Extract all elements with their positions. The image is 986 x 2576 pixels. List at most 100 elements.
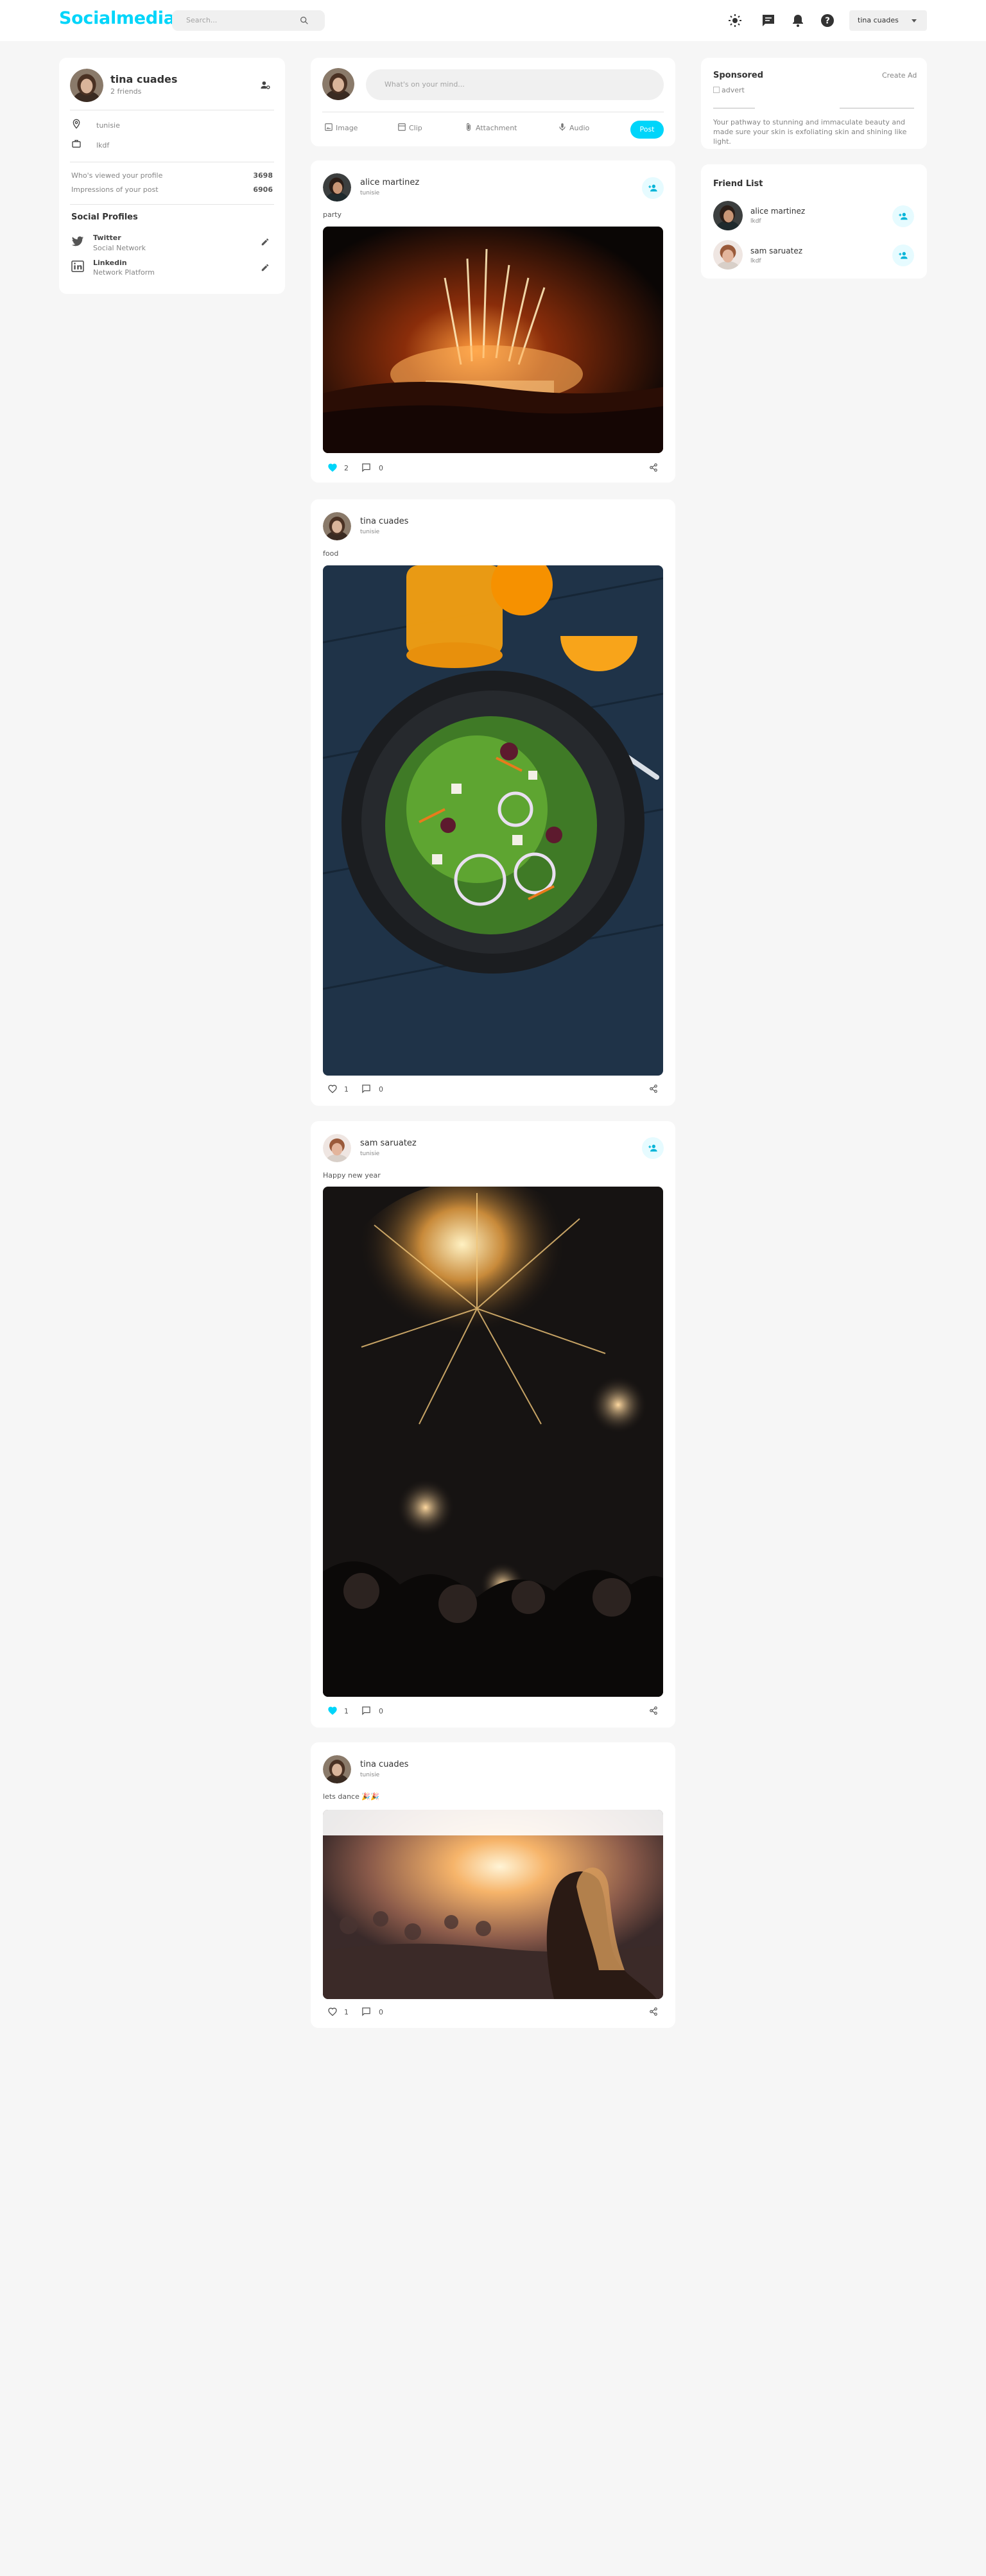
comment-icon[interactable] — [361, 463, 371, 472]
post-description: lets dance 🎉🎉 — [323, 1792, 379, 1801]
location-icon — [73, 119, 80, 129]
manage-accounts-icon[interactable] — [260, 80, 271, 90]
work-icon — [72, 140, 81, 148]
profile-friends-count: 2 friends — [110, 87, 142, 96]
social-name-linkedin[interactable]: Linkedin — [93, 259, 127, 267]
fireworks-photo — [323, 1187, 663, 1697]
like-count: 1 — [344, 2008, 349, 2016]
comment-icon[interactable] — [361, 1706, 371, 1715]
share-icon[interactable] — [649, 2007, 658, 2016]
tool-clip-label: Clip — [409, 124, 422, 132]
svg-text:?: ? — [825, 17, 830, 26]
add-friend-button[interactable] — [642, 177, 664, 199]
tool-audio[interactable]: Audio — [559, 123, 590, 132]
salad-photo — [323, 565, 663, 1076]
post-image[interactable] — [323, 227, 663, 453]
search-icon[interactable] — [299, 15, 309, 26]
friend-occupation: lkdf — [750, 218, 761, 225]
person-add-icon — [648, 184, 657, 192]
social-type-linkedin: Network Platform — [93, 268, 155, 277]
heart-outline-icon[interactable] — [327, 1084, 338, 1094]
help-icon[interactable]: ? — [820, 13, 835, 28]
person-add-icon — [899, 252, 908, 259]
tool-audio-label: Audio — [569, 124, 590, 132]
tool-image-label: Image — [336, 124, 358, 132]
friend-action-button[interactable] — [892, 205, 914, 227]
avatar[interactable] — [323, 1755, 351, 1783]
post-image[interactable] — [323, 1810, 663, 1999]
tool-image[interactable]: Image — [325, 123, 358, 132]
share-icon[interactable] — [649, 463, 658, 472]
search-placeholder: Search... — [186, 16, 218, 24]
friend-name[interactable]: sam saruatez — [750, 246, 802, 255]
clip-icon — [398, 123, 406, 131]
like-count: 2 — [344, 464, 349, 472]
light-mode-icon[interactable] — [727, 13, 743, 28]
heart-outline-icon[interactable] — [327, 2007, 338, 2016]
add-friend-button[interactable] — [642, 1137, 664, 1159]
image-icon — [325, 123, 333, 131]
post-author[interactable]: alice martinez — [360, 178, 419, 187]
post-author[interactable]: tina cuades — [360, 1760, 408, 1769]
app-logo[interactable]: Socialmedia — [59, 8, 175, 28]
avatar[interactable] — [713, 240, 743, 270]
avatar[interactable] — [713, 201, 743, 230]
friend-list-title: Friend List — [713, 179, 763, 189]
share-icon[interactable] — [649, 1706, 658, 1715]
advert-image[interactable]: advert — [722, 86, 745, 94]
avatar[interactable] — [323, 1134, 351, 1162]
edit-icon[interactable] — [261, 237, 270, 246]
broken-image-icon — [713, 87, 720, 93]
post-description: food — [323, 549, 339, 558]
post-description: Happy new year — [323, 1171, 381, 1180]
heart-filled-icon[interactable] — [327, 1706, 338, 1715]
post-location: tunisie — [360, 529, 380, 535]
user-menu-name: tina cuades — [858, 16, 899, 24]
post-image[interactable] — [323, 1187, 663, 1697]
linkedin-icon — [71, 261, 84, 272]
social-profiles-title: Social Profiles — [71, 212, 138, 222]
comment-count: 0 — [379, 464, 383, 472]
post-location: tunisie — [360, 190, 380, 196]
divider — [70, 204, 274, 205]
search-bar[interactable]: Search... — [172, 10, 325, 31]
avatar[interactable] — [322, 68, 354, 100]
friend-occupation: lkdf — [750, 258, 761, 264]
message-icon[interactable] — [761, 13, 776, 28]
comment-icon[interactable] — [361, 2007, 371, 2016]
friend-action-button[interactable] — [892, 245, 914, 266]
comment-count: 0 — [379, 1707, 383, 1715]
edit-icon[interactable] — [261, 263, 270, 272]
tool-attachment[interactable]: Attachment — [467, 123, 517, 132]
profile-name[interactable]: tina cuades — [110, 73, 177, 85]
profile-occupation: lkdf — [96, 141, 110, 150]
post-button[interactable]: Post — [630, 121, 664, 139]
comment-icon[interactable] — [361, 1084, 371, 1094]
attachment-icon — [467, 123, 471, 131]
post-image[interactable] — [323, 565, 663, 1076]
twitter-icon — [71, 236, 84, 246]
social-name-twitter[interactable]: Twitter — [93, 234, 121, 242]
create-ad-link[interactable]: Create Ad — [882, 71, 917, 80]
avatar[interactable] — [70, 69, 103, 102]
avatar[interactable] — [323, 173, 351, 202]
microphone-icon — [559, 123, 566, 131]
heart-filled-icon[interactable] — [327, 463, 338, 472]
post-input[interactable]: What's on your mind... — [366, 69, 664, 100]
post-author[interactable]: sam saruatez — [360, 1138, 417, 1148]
person-add-icon — [648, 1144, 657, 1152]
profile-location: tunisie — [96, 121, 120, 130]
post-author[interactable]: tina cuades — [360, 517, 408, 526]
notification-icon[interactable] — [790, 13, 806, 28]
post-location: tunisie — [360, 1151, 380, 1157]
user-menu-select[interactable]: tina cuades — [849, 10, 927, 31]
post-input-placeholder: What's on your mind... — [385, 80, 465, 89]
tool-clip[interactable]: Clip — [398, 123, 422, 132]
impressions-label: Impressions of your post — [71, 185, 159, 194]
share-icon[interactable] — [649, 1084, 658, 1094]
tool-attachment-label: Attachment — [476, 124, 517, 132]
friend-name[interactable]: alice martinez — [750, 207, 805, 216]
social-type-twitter: Social Network — [93, 244, 146, 252]
post-location: tunisie — [360, 1772, 380, 1778]
avatar[interactable] — [323, 512, 351, 540]
